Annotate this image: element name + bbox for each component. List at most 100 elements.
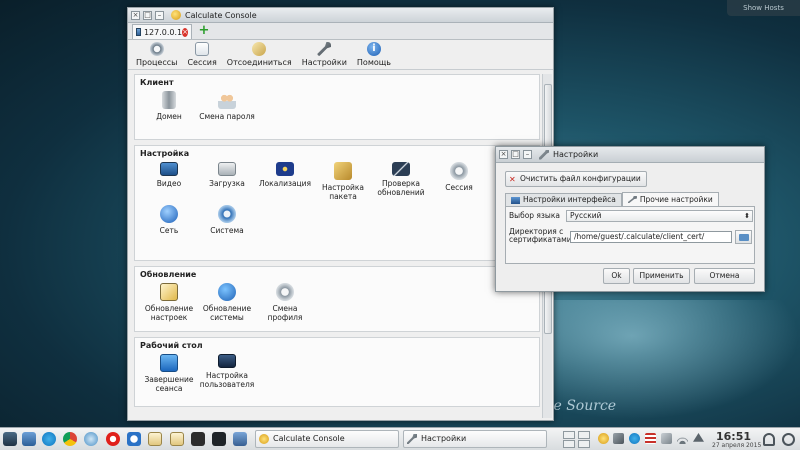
desktop-pager-4[interactable]: [578, 440, 590, 448]
corner-widget[interactable]: Show Hosts: [727, 0, 800, 16]
cert-dir-label: Директория с сертификатами: [509, 227, 572, 244]
profile-gear-icon: [276, 283, 294, 301]
wifi-icon[interactable]: [677, 433, 688, 444]
window-title: Calculate Console: [185, 10, 257, 20]
modules-panel: Клиент Домен Смена пароля Настройка Виде…: [134, 74, 540, 418]
add-tab-icon[interactable]: +: [198, 24, 210, 37]
kde-menu-icon[interactable]: [3, 432, 17, 446]
close-icon[interactable]: ×: [131, 10, 140, 20]
section-title: Рабочий стол: [140, 341, 203, 350]
mail-icon[interactable]: [22, 432, 36, 446]
dialog-minimize-icon[interactable]: –: [523, 150, 532, 159]
processes-label: Процессы: [136, 58, 178, 67]
module-check-updates[interactable]: Проверка обновлений: [372, 162, 430, 201]
apply-button[interactable]: Применить: [633, 268, 690, 284]
calculate-tray-icon[interactable]: [598, 433, 609, 444]
section-title: Клиент: [140, 78, 174, 87]
cert-dir-input[interactable]: /home/guest/.calculate/client_cert/: [570, 231, 732, 243]
tab-other-settings[interactable]: Прочие настройки: [621, 192, 719, 206]
chrome-icon[interactable]: [63, 432, 77, 446]
module-logout[interactable]: Завершение сеанса: [140, 354, 198, 393]
power-icon[interactable]: [782, 433, 795, 446]
clear-config-button[interactable]: ✕ Очистить файл конфигурации: [505, 171, 647, 187]
module-boot[interactable]: Загрузка: [198, 162, 256, 201]
app-o-icon[interactable]: [127, 432, 141, 446]
cancel-button[interactable]: Отмена: [694, 268, 755, 284]
processes-button[interactable]: Процессы: [136, 42, 177, 67]
media-player-icon[interactable]: [191, 432, 205, 446]
notes-icon[interactable]: [148, 432, 162, 446]
wrench-icon: [539, 149, 549, 160]
module-domain[interactable]: Домен: [140, 91, 198, 121]
module-video[interactable]: Видео: [140, 162, 198, 201]
module-network[interactable]: Сеть: [140, 205, 198, 235]
disconnect-icon: [252, 42, 267, 56]
language-value: Русский: [570, 211, 602, 220]
module-change-password[interactable]: Смена пароля: [198, 91, 256, 121]
module-update-system[interactable]: Обновление системы: [198, 283, 256, 322]
disconnect-label: Отсоединиться: [226, 58, 292, 67]
skype-icon[interactable]: [42, 432, 56, 446]
logout-arrow-icon: [160, 354, 178, 372]
lock-icon[interactable]: [763, 433, 775, 446]
minimize-icon[interactable]: –: [155, 10, 164, 20]
session-button[interactable]: Сессия: [187, 42, 217, 67]
dialog-maximize-icon[interactable]: □: [511, 150, 520, 159]
tab-interface-settings[interactable]: Настройки интерфейса: [505, 193, 622, 206]
dialog-close-icon[interactable]: ×: [499, 150, 508, 159]
expand-tray-icon[interactable]: [693, 433, 704, 442]
terminal-icon[interactable]: [212, 432, 226, 446]
wallpaper-text: ke Source: [545, 398, 617, 414]
tools-icon: [317, 42, 332, 56]
module-session[interactable]: Сессия: [430, 162, 488, 201]
settings-button[interactable]: Настройки: [302, 42, 347, 67]
dialog-title: Настройки: [553, 150, 599, 159]
task-settings[interactable]: Настройки: [403, 430, 547, 448]
module-change-profile[interactable]: Смена профиля: [256, 283, 314, 322]
package-icon: [334, 162, 352, 180]
dialog-tabs: Настройки интерфейса Прочие настройки: [505, 192, 719, 206]
browse-folder-button[interactable]: [735, 230, 752, 244]
close-tab-icon[interactable]: ×: [182, 27, 188, 37]
connection-tab-label: 127.0.0.1: [143, 27, 183, 37]
opera-icon[interactable]: [106, 432, 120, 446]
session-label: Сессия: [187, 58, 217, 67]
clock-date: 27 апреля 2015: [712, 442, 762, 449]
module-system[interactable]: Система: [198, 205, 256, 235]
module-localization[interactable]: Локализация: [256, 162, 314, 201]
notepad-pencil-icon: [160, 283, 178, 301]
module-user-settings[interactable]: Настройка пользователя: [198, 354, 256, 393]
browser-icon[interactable]: [84, 432, 98, 446]
document-icon[interactable]: [170, 432, 184, 446]
user-monitor-icon: [218, 354, 236, 368]
desktop-pager-2[interactable]: [578, 431, 590, 439]
task-label: Настройки: [421, 434, 467, 443]
module-label: Сеть: [159, 226, 179, 235]
language-select[interactable]: Русский ⬍: [566, 210, 753, 222]
volume-icon[interactable]: [661, 433, 672, 444]
connection-tab[interactable]: 127.0.0.1 ×: [132, 24, 192, 39]
disconnect-button[interactable]: Отсоединиться: [227, 42, 292, 67]
flag-icon: [276, 162, 294, 176]
app-icon: [259, 434, 269, 444]
module-update-settings[interactable]: Обновление настроек: [140, 283, 198, 322]
updown-icon: ⬍: [744, 212, 750, 220]
ok-button[interactable]: Ok: [603, 268, 630, 284]
dialog-titlebar[interactable]: × □ – Настройки: [496, 147, 764, 163]
task-calculate-console[interactable]: Calculate Console: [255, 430, 399, 448]
help-button[interactable]: i Помощь: [357, 42, 391, 67]
toggle-icon[interactable]: [233, 432, 247, 446]
main-toolbar: Процессы Сессия Отсоединиться Настройки …: [128, 40, 553, 70]
main-titlebar[interactable]: × □ – Calculate Console: [128, 8, 553, 23]
desktop-pager-3[interactable]: [563, 440, 575, 448]
help-label: Помощь: [356, 58, 391, 67]
desktop-pager-1[interactable]: [563, 431, 575, 439]
users-icon: [218, 91, 236, 109]
skype-tray-icon[interactable]: [629, 433, 640, 444]
settings-tray-icon[interactable]: [613, 433, 624, 444]
keyboard-layout-icon[interactable]: [645, 433, 656, 444]
maximize-icon[interactable]: □: [143, 10, 152, 20]
download-arrow-icon: [218, 283, 236, 301]
module-package-settings[interactable]: Настройка пакета: [314, 162, 372, 201]
language-label: Выбор языка: [509, 211, 560, 220]
